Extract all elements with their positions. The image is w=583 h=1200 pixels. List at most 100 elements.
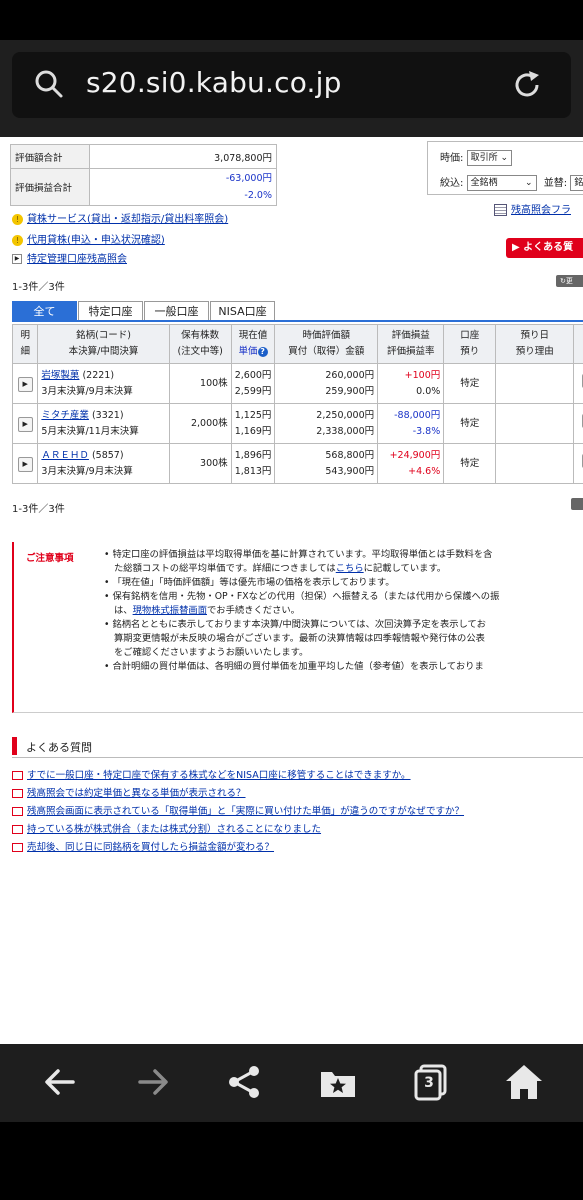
here-link[interactable]: こちら (336, 563, 364, 574)
price-source-label: 時価: (440, 153, 464, 164)
filter-select[interactable]: 全銘柄 ⌄ (466, 175, 537, 191)
help-icon[interactable]: ? (257, 347, 268, 357)
window-icon (12, 771, 23, 780)
stock-name-cell: 岩塚製菓 (2221) 3月末決算/9月末決算 (37, 363, 170, 404)
stock-name-link[interactable]: ＡＲＥＨＤ (41, 450, 89, 461)
stock-name-link[interactable]: 岩塚製菓 (41, 370, 79, 381)
stock-name-cell: ＡＲＥＨＤ (5857) 3月末決算/9月末決算 (37, 443, 170, 484)
share-icon[interactable] (225, 1062, 265, 1102)
value-cell: 568,800円 543,900円 (274, 443, 379, 484)
window-icon (12, 789, 23, 798)
back-icon[interactable] (40, 1062, 80, 1102)
faq-item[interactable]: 残高照会では約定単価と異なる単価が表示される？ (12, 785, 246, 799)
forward-icon[interactable] (133, 1062, 173, 1102)
lending-link[interactable]: ! 貸株サービス(貸出・返却指示/貸出料率照会) (12, 210, 228, 225)
faq-button[interactable]: ▶ よくある質 (506, 238, 583, 258)
account-cell: 特定 (443, 363, 497, 404)
bookmarks-icon[interactable] (318, 1062, 358, 1102)
holdings-table: 明細 銘柄(コード) 本決算/中間決算 保有株数 (注文中等) 現在値 単価? 時価評… (11, 324, 583, 484)
price-cell: 2,600円 2,599円 (230, 363, 276, 404)
browser-toolbar: s20.si0.kabu.co.jp (0, 40, 583, 137)
note-text: た総額コストの総平均単価です。詳細につきましてはこちらに記載しています。 (114, 563, 447, 574)
expand-arrow-icon[interactable]: ▶ (17, 416, 33, 432)
search-icon (35, 70, 63, 98)
qty-cell: 100株 (168, 363, 232, 404)
detail-cell: ▶ (11, 443, 39, 484)
price-source-select[interactable]: 取引所 ⌄ (466, 150, 512, 166)
value-cell: 2,250,000円 2,338,000円 (274, 403, 379, 444)
info-bulb-icon: ! (12, 213, 23, 225)
faq-title: よくある質問 (26, 741, 92, 754)
faq-item[interactable]: 残高照会画面に表示されている「取得単価」と「実際に買い付けた単価」が違うのですが… (12, 803, 464, 817)
note-text: をご確認くださいますようお願いいたします。 (114, 647, 309, 658)
deposit-cell (495, 363, 575, 404)
tab-count: 3 (424, 1075, 434, 1091)
home-icon[interactable] (504, 1062, 544, 1102)
qty-cell: 2,000株 (168, 403, 232, 444)
sort-label: 並替: (543, 178, 568, 189)
stock-name-link[interactable]: ミタチ産業 (41, 410, 89, 421)
result-count-top: 1-3件／3件 (12, 282, 65, 293)
col-price-header: 現在値 単価? (230, 324, 276, 364)
pl-total-cell: -63,000円 -2.0% (89, 168, 277, 206)
expand-arrow-icon[interactable]: ▶ (17, 376, 33, 392)
address-bar[interactable]: s20.si0.kabu.co.jp (12, 52, 571, 118)
balance-flash-link[interactable]: 残高照会フラ (494, 201, 571, 216)
col-name-header: 銘柄(コード) 本決算/中間決算 (37, 324, 170, 364)
table-header-row: 明細 銘柄(コード) 本決算/中間決算 保有株数 (注文中等) 現在値 単価? 時価評… (11, 324, 583, 364)
faq-item[interactable]: すでに一般口座・特定口座で保有する株式などをNISA口座に移管することはできます… (12, 767, 411, 781)
reload-icon[interactable] (510, 68, 544, 102)
value-cell: 260,000円 259,900円 (274, 363, 379, 404)
note-text: 算期変更情報が未反映の場合がございます。最新の決算情報は四季報情報や発行体の公表 (114, 633, 485, 644)
col-deposit-header: 預り日 預り理由 (495, 324, 575, 364)
table-icon (494, 204, 507, 216)
row-checkbox-cell (573, 403, 583, 444)
summary-table: 評価額合計 3,078,800円 評価損益合計 -63,000円 -2.0% (10, 144, 277, 206)
valuation-total-value: 3,078,800円 (89, 144, 277, 169)
expand-arrow-icon[interactable]: ▶ (17, 456, 33, 472)
col-detail-header: 明細 (11, 324, 39, 364)
tab-underline (12, 320, 583, 322)
result-count-bottom: 1-3件／3件 (12, 504, 65, 515)
detail-cell: ▶ (11, 363, 39, 404)
update-button-bottom[interactable] (571, 498, 583, 510)
sort-select[interactable]: 銘 (570, 175, 583, 191)
detail-cell: ▶ (11, 403, 39, 444)
price-cell: 1,896円 1,813円 (230, 443, 276, 484)
transfer-screen-link[interactable]: 現物株式振替画面 (133, 605, 207, 616)
pl-cell: -88,000円 -3.8% (377, 403, 445, 444)
faq-item[interactable]: 持っている株が株式併合（または株式分割）されることになりました (12, 821, 321, 835)
deposit-cell (495, 443, 575, 484)
filter-panel: 時価: 取引所 ⌄ 絞込: 全銘柄 ⌄ 並替: 銘 (427, 141, 583, 195)
filter-label: 絞込: (440, 178, 464, 189)
col-pl-header: 評価損益 評価損益率 (377, 324, 445, 364)
row-checkbox-cell (573, 443, 583, 484)
pl-total-rate: -2.0% (244, 190, 272, 201)
substitute-lending-link[interactable]: ! 代用貸株(申込・申込状況確認) (12, 231, 165, 246)
deposit-cell (495, 403, 575, 444)
note-text: • 保有銘柄を信用・先物・OP・FXなどの代用（担保）へ振替える（または代用から… (104, 591, 500, 602)
col-extra-header (573, 324, 583, 364)
col-account-header: 口座 預り (443, 324, 497, 364)
tabs-icon[interactable]: 3 (412, 1062, 452, 1102)
url-text[interactable]: s20.si0.kabu.co.jp (86, 66, 342, 99)
pl-total-label: 評価損益合計 (10, 168, 90, 206)
qty-cell: 300株 (168, 443, 232, 484)
special-account-link[interactable]: ▶ 特定管理口座残高照会 (12, 250, 127, 265)
system-bottom-bar (0, 1122, 583, 1200)
note-text: • 合計明細の買付単価は、各明細の買付単価を加重平均した値（参考値）を表示してお… (104, 661, 484, 672)
tab-general-account[interactable]: 一般口座 (144, 301, 209, 321)
update-button[interactable]: ↻更 (556, 275, 583, 287)
account-cell: 特定 (443, 443, 497, 484)
row-checkbox-cell (573, 363, 583, 404)
tab-specific-account[interactable]: 特定口座 (78, 301, 143, 321)
faq-item[interactable]: 売却後、同じ日に同銘柄を買付したら損益金額が変わる？ (12, 839, 274, 853)
tab-all[interactable]: 全て (12, 301, 77, 321)
table-row: ▶ 岩塚製菓 (2221) 3月末決算/9月末決算 100株 2,600円 2,59… (11, 363, 583, 404)
note-text: は、現物株式振替画面でお手続きください。 (114, 605, 300, 616)
notes-title: ご注意事項 (26, 553, 74, 564)
pl-cell: +100円 0.0% (377, 363, 445, 404)
faq-header: よくある質問 (12, 735, 583, 758)
window-icon (12, 807, 23, 816)
tab-nisa-account[interactable]: NISA口座 (210, 301, 275, 321)
